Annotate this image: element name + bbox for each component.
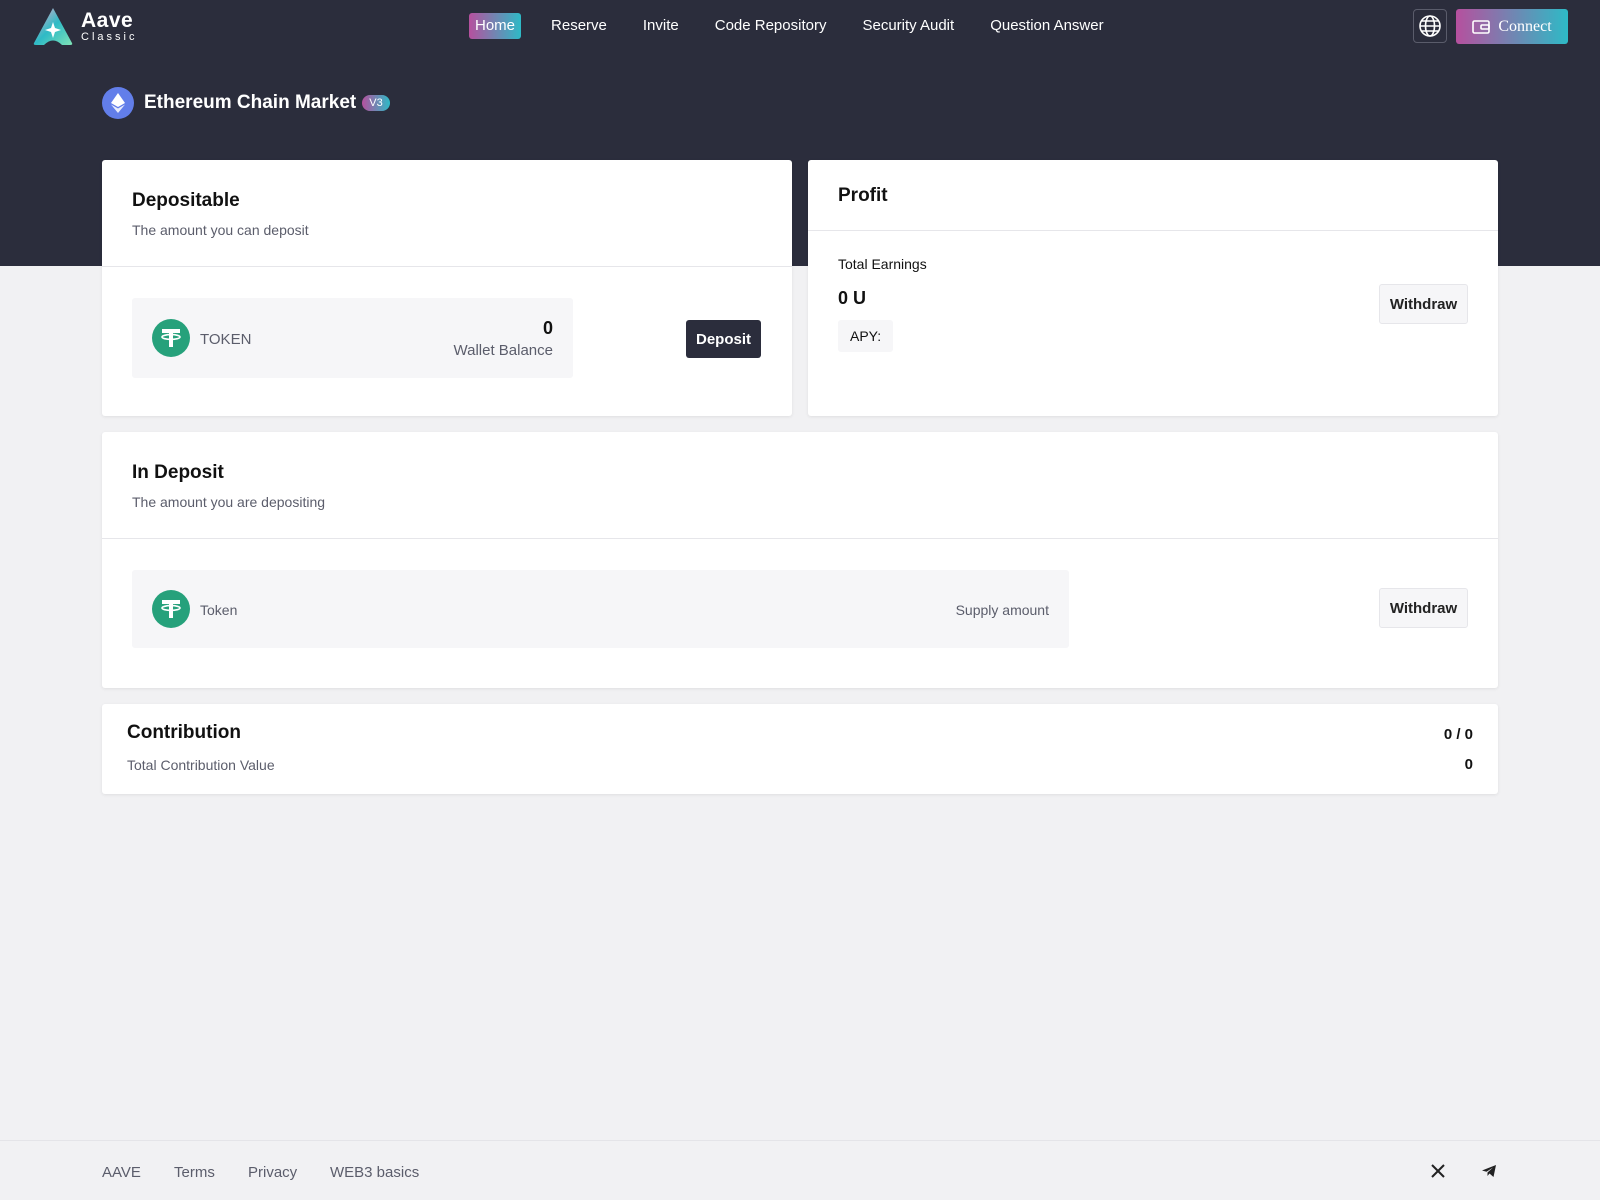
ethereum-icon — [102, 87, 134, 119]
brand-subtitle: Classic — [81, 30, 138, 43]
contribution-card: Contribution 0 / 0 Total Contribution Va… — [102, 704, 1498, 794]
wallet-balance-label: Wallet Balance — [453, 342, 554, 359]
profit-header: Profit — [808, 160, 1498, 231]
footer-link-aave[interactable]: AAVE — [102, 1164, 141, 1181]
wallet-token-name: TOKEN — [200, 331, 252, 348]
deposit-token-row: Token Supply amount — [132, 570, 1069, 648]
footer-link-web3-basics[interactable]: WEB3 basics — [330, 1164, 419, 1181]
wallet-icon — [1472, 19, 1491, 34]
depositable-card: Depositable The amount you can deposit T… — [102, 160, 792, 416]
telegram-icon[interactable] — [1481, 1163, 1497, 1184]
total-contribution-label: Total Contribution Value — [127, 757, 275, 773]
nav-reserve[interactable]: Reserve — [545, 13, 613, 39]
apy-badge: APY: — [838, 320, 894, 352]
globe-icon — [1419, 15, 1441, 37]
deposit-withdraw-button[interactable]: Withdraw — [1379, 588, 1468, 628]
footer-link-terms[interactable]: Terms — [174, 1164, 215, 1181]
total-earnings-value: 0 U — [838, 288, 867, 308]
wallet-balance-value: 0 — [542, 318, 553, 338]
connect-wallet-button[interactable]: Connect — [1456, 9, 1568, 44]
deposit-token-name: Token — [200, 602, 238, 618]
brand-name: Aave — [81, 8, 134, 32]
nav-question-answer[interactable]: Question Answer — [984, 13, 1109, 39]
brand-logo[interactable]: Aave Classic — [31, 6, 137, 46]
top-nav-bar: Aave Classic Home Reserve Invite Code Re… — [0, 0, 1600, 52]
total-contribution-value: 0 — [1464, 756, 1473, 773]
market-title: Ethereum Chain Market — [144, 92, 357, 113]
profit-withdraw-button[interactable]: Withdraw — [1379, 284, 1468, 324]
main-nav: Home Reserve Invite Code Repository Secu… — [469, 13, 1134, 39]
version-badge: V3 — [362, 95, 390, 111]
nav-code-repository[interactable]: Code Repository — [709, 13, 833, 39]
depositable-header: Depositable The amount you can deposit — [102, 160, 792, 267]
in-deposit-header: In Deposit The amount you are depositing — [102, 432, 1498, 539]
tether-icon — [152, 319, 190, 357]
connect-label: Connect — [1498, 17, 1552, 35]
depositable-subtitle: The amount you can deposit — [132, 222, 309, 238]
language-button[interactable] — [1413, 9, 1447, 43]
nav-security-audit[interactable]: Security Audit — [856, 13, 960, 39]
profit-title: Profit — [838, 185, 888, 206]
footer-link-privacy[interactable]: Privacy — [248, 1164, 297, 1181]
wallet-token-row: TOKEN 0 Wallet Balance — [132, 298, 573, 378]
in-deposit-title: In Deposit — [132, 462, 224, 483]
nav-invite[interactable]: Invite — [637, 13, 685, 39]
in-deposit-card: In Deposit The amount you are depositing… — [102, 432, 1498, 688]
depositable-title: Depositable — [132, 190, 240, 211]
footer: AAVE Terms Privacy WEB3 basics — [0, 1140, 1600, 1200]
contribution-ratio: 0 / 0 — [1443, 726, 1473, 743]
contribution-title: Contribution — [127, 722, 241, 743]
profit-card: Profit Total Earnings 0 U APY: Withdraw — [808, 160, 1498, 416]
x-icon[interactable] — [1430, 1163, 1446, 1184]
supply-amount-label: Supply amount — [955, 602, 1049, 618]
in-deposit-subtitle: The amount you are depositing — [132, 494, 326, 510]
nav-home[interactable]: Home — [469, 13, 522, 39]
aave-logo-icon — [33, 8, 73, 45]
deposit-button[interactable]: Deposit — [686, 320, 761, 358]
market-header: Ethereum Chain Market V3 — [102, 87, 390, 119]
total-earnings-label: Total Earnings — [838, 256, 927, 272]
tether-icon — [152, 590, 190, 628]
